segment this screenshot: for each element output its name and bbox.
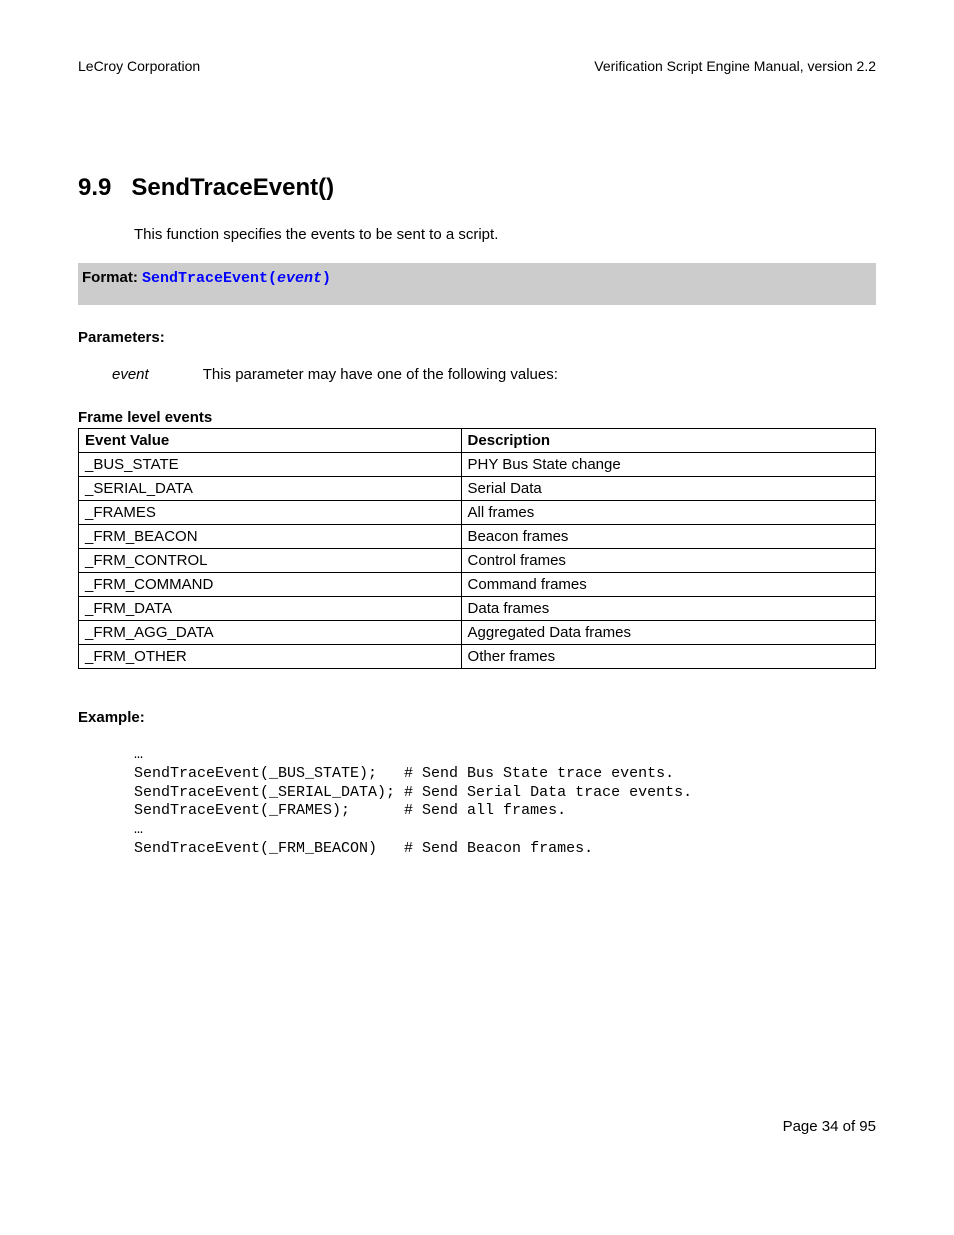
table-row: _FRM_DATAData frames: [79, 597, 876, 621]
format-code-arg: event: [277, 270, 322, 287]
parameters-label: Parameters:: [78, 329, 876, 346]
table-cell: Aggregated Data frames: [461, 621, 875, 645]
table-cell: Control frames: [461, 549, 875, 573]
header-left: LeCroy Corporation: [78, 58, 200, 74]
table-cell: PHY Bus State change: [461, 453, 875, 477]
section-title: SendTraceEvent(): [131, 174, 334, 201]
table-cell: All frames: [461, 501, 875, 525]
table-header-row: Event Value Description: [79, 429, 876, 453]
example-label: Example:: [78, 709, 876, 726]
section-intro: This function specifies the events to be…: [134, 226, 876, 243]
table-cell: _FRM_COMMAND: [79, 573, 462, 597]
table-cell: _FRM_BEACON: [79, 525, 462, 549]
header-right: Verification Script Engine Manual, versi…: [594, 58, 876, 74]
section-heading: 9.9 SendTraceEvent(): [78, 174, 876, 202]
table-cell: Beacon frames: [461, 525, 875, 549]
format-bar: Format: SendTraceEvent(event): [78, 263, 876, 305]
events-table: Event Value Description _BUS_STATEPHY Bu…: [78, 428, 876, 669]
table-header-description: Description: [461, 429, 875, 453]
table-cell: _BUS_STATE: [79, 453, 462, 477]
format-code-open: SendTraceEvent(: [142, 270, 277, 287]
table-row: _FRM_CONTROLControl frames: [79, 549, 876, 573]
parameter-name: event: [112, 366, 149, 383]
table-cell: _FRM_AGG_DATA: [79, 621, 462, 645]
parameter-row: event This parameter may have one of the…: [112, 366, 876, 383]
table-caption: Frame level events: [78, 409, 876, 426]
table-cell: Other frames: [461, 645, 875, 669]
example-code: … SendTraceEvent(_BUS_STATE); # Send Bus…: [134, 746, 876, 859]
table-row: _FRM_BEACONBeacon frames: [79, 525, 876, 549]
table-header-event: Event Value: [79, 429, 462, 453]
table-cell: _SERIAL_DATA: [79, 477, 462, 501]
section-number: 9.9: [78, 174, 111, 201]
table-cell: _FRM_DATA: [79, 597, 462, 621]
table-cell: Serial Data: [461, 477, 875, 501]
table-row: _FRM_AGG_DATAAggregated Data frames: [79, 621, 876, 645]
parameter-description: This parameter may have one of the follo…: [203, 366, 558, 383]
table-cell: _FRM_CONTROL: [79, 549, 462, 573]
format-label: Format:: [82, 269, 142, 286]
table-cell: Data frames: [461, 597, 875, 621]
page-container: LeCroy Corporation Verification Script E…: [0, 0, 954, 1235]
table-cell: _FRM_OTHER: [79, 645, 462, 669]
table-row: _FRM_OTHEROther frames: [79, 645, 876, 669]
table-row: _FRM_COMMANDCommand frames: [79, 573, 876, 597]
table-cell: Command frames: [461, 573, 875, 597]
format-code-close: ): [322, 270, 331, 287]
table-row: _BUS_STATEPHY Bus State change: [79, 453, 876, 477]
table-row: _SERIAL_DATASerial Data: [79, 477, 876, 501]
table-row: _FRAMESAll frames: [79, 501, 876, 525]
table-cell: _FRAMES: [79, 501, 462, 525]
page-header: LeCroy Corporation Verification Script E…: [78, 58, 876, 74]
page-footer: Page 34 of 95: [783, 1118, 876, 1135]
